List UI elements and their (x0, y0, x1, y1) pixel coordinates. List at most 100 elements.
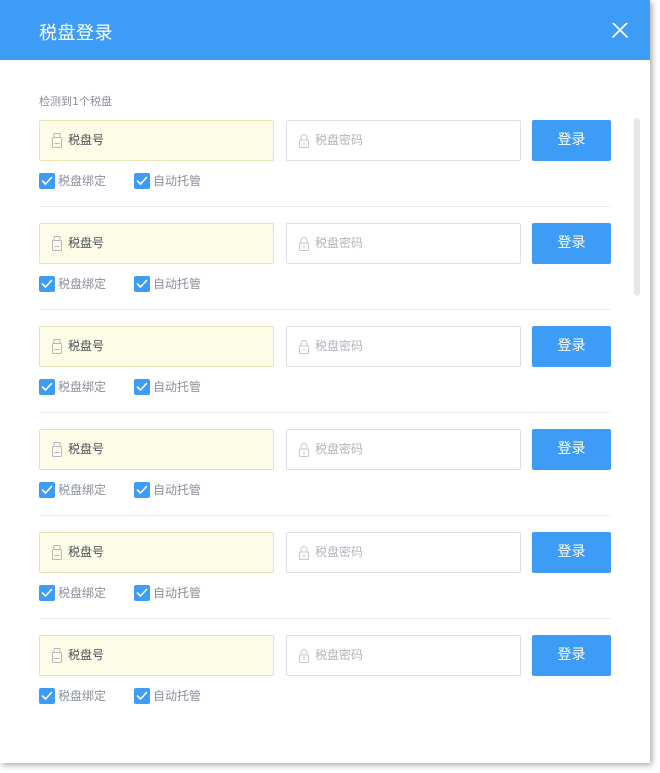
password-placeholder: 税盘密码 (315, 648, 364, 662)
login-button[interactable]: 登录 (532, 120, 611, 161)
bind-checkbox[interactable]: 税盘绑定 (39, 482, 109, 498)
password-placeholder: 税盘密码 (315, 545, 364, 559)
auto-host-checkbox[interactable]: 自动托管 (134, 688, 204, 704)
check-icon (41, 485, 53, 494)
lock-icon (299, 546, 309, 560)
bind-checkbox[interactable]: 税盘绑定 (39, 688, 109, 704)
detected-count-label: 检测到1个税盘 (39, 95, 112, 108)
disk-number-label: 税盘号 (68, 133, 105, 147)
login-button[interactable]: 登录 (532, 532, 611, 573)
checkbox-box (134, 276, 150, 292)
usb-key-icon (52, 236, 62, 251)
check-icon (41, 279, 53, 288)
check-icon (136, 588, 148, 597)
check-icon (41, 588, 53, 597)
usb-key-icon (52, 545, 62, 560)
password-field[interactable]: 税盘密码 (286, 120, 521, 161)
auto-host-checkbox[interactable]: 自动托管 (134, 276, 204, 292)
disk-item: 税盘号 税盘密码 登录 税盘绑定 自动托管 (39, 223, 611, 326)
item-divider (39, 309, 611, 310)
usb-key-icon (52, 339, 62, 354)
password-placeholder: 税盘密码 (315, 339, 364, 353)
lock-icon (299, 134, 309, 148)
bind-checkbox[interactable]: 税盘绑定 (39, 276, 109, 292)
item-divider (39, 515, 611, 516)
checkbox-box (134, 482, 150, 498)
disk-item: 税盘号 税盘密码 登录 税盘绑定 自动托管 (39, 120, 611, 223)
login-button[interactable]: 登录 (532, 326, 611, 367)
disk-number-field[interactable]: 税盘号 (39, 532, 274, 573)
auto-host-checkbox[interactable]: 自动托管 (134, 585, 204, 601)
auto-host-label: 自动托管 (153, 277, 202, 291)
bind-checkbox[interactable]: 税盘绑定 (39, 585, 109, 601)
check-icon (136, 485, 148, 494)
usb-key-icon (52, 648, 62, 663)
auto-host-checkbox[interactable]: 自动托管 (134, 379, 204, 395)
item-divider (39, 618, 611, 619)
lock-icon (299, 649, 309, 663)
close-icon (612, 22, 628, 38)
lock-icon (299, 443, 309, 457)
tax-disk-login-dialog: 税盘登录 检测到1个税盘 税盘号 税盘密码 登录 税盘绑定 自动托管 税盘号 税… (0, 0, 650, 763)
check-icon (136, 279, 148, 288)
login-button[interactable]: 登录 (532, 429, 611, 470)
checkbox-box (39, 688, 55, 704)
check-icon (136, 382, 148, 391)
check-icon (41, 176, 53, 185)
bind-label: 税盘绑定 (58, 586, 107, 600)
password-field[interactable]: 税盘密码 (286, 326, 521, 367)
bind-checkbox[interactable]: 税盘绑定 (39, 173, 109, 189)
password-placeholder: 税盘密码 (315, 133, 364, 147)
checkbox-box (134, 379, 150, 395)
auto-host-label: 自动托管 (153, 689, 202, 703)
bind-label: 税盘绑定 (58, 689, 107, 703)
disk-item: 税盘号 税盘密码 登录 税盘绑定 自动托管 (39, 635, 611, 738)
auto-host-label: 自动托管 (153, 483, 202, 497)
login-button[interactable]: 登录 (532, 635, 611, 676)
auto-host-checkbox[interactable]: 自动托管 (134, 482, 204, 498)
bind-label: 税盘绑定 (58, 483, 107, 497)
checkbox-box (39, 585, 55, 601)
password-placeholder: 税盘密码 (315, 442, 364, 456)
checkbox-box (39, 482, 55, 498)
password-placeholder: 税盘密码 (315, 236, 364, 250)
disk-number-label: 税盘号 (68, 339, 105, 353)
password-field[interactable]: 税盘密码 (286, 429, 521, 470)
check-icon (41, 382, 53, 391)
auto-host-label: 自动托管 (153, 380, 202, 394)
disk-number-label: 税盘号 (68, 648, 105, 662)
disk-number-field[interactable]: 税盘号 (39, 120, 274, 161)
check-icon (136, 691, 148, 700)
password-field[interactable]: 税盘密码 (286, 532, 521, 573)
item-divider (39, 206, 611, 207)
auto-host-label: 自动托管 (153, 174, 202, 188)
login-button[interactable]: 登录 (532, 223, 611, 264)
check-icon (41, 691, 53, 700)
disk-item: 税盘号 税盘密码 登录 税盘绑定 自动托管 (39, 532, 611, 635)
lock-icon (299, 237, 309, 251)
scrollbar[interactable] (634, 118, 640, 296)
disk-number-label: 税盘号 (68, 442, 105, 456)
usb-key-icon (52, 442, 62, 457)
checkbox-box (134, 173, 150, 189)
checkbox-box (134, 688, 150, 704)
disk-number-field[interactable]: 税盘号 (39, 635, 274, 676)
close-button[interactable] (608, 22, 632, 47)
auto-host-checkbox[interactable]: 自动托管 (134, 173, 204, 189)
usb-key-icon (52, 133, 62, 148)
disk-item: 税盘号 税盘密码 登录 税盘绑定 自动托管 (39, 326, 611, 429)
bind-label: 税盘绑定 (58, 174, 107, 188)
bind-label: 税盘绑定 (58, 277, 107, 291)
password-field[interactable]: 税盘密码 (286, 223, 521, 264)
disk-number-field[interactable]: 税盘号 (39, 326, 274, 367)
bind-checkbox[interactable]: 税盘绑定 (39, 379, 109, 395)
auto-host-label: 自动托管 (153, 586, 202, 600)
lock-icon (299, 340, 309, 354)
disk-number-field[interactable]: 税盘号 (39, 223, 274, 264)
disk-item: 税盘号 税盘密码 登录 税盘绑定 自动托管 (39, 429, 611, 532)
password-field[interactable]: 税盘密码 (286, 635, 521, 676)
checkbox-box (39, 276, 55, 292)
disk-number-field[interactable]: 税盘号 (39, 429, 274, 470)
dialog-header: 税盘登录 (0, 0, 650, 60)
dialog-title: 税盘登录 (39, 23, 113, 44)
